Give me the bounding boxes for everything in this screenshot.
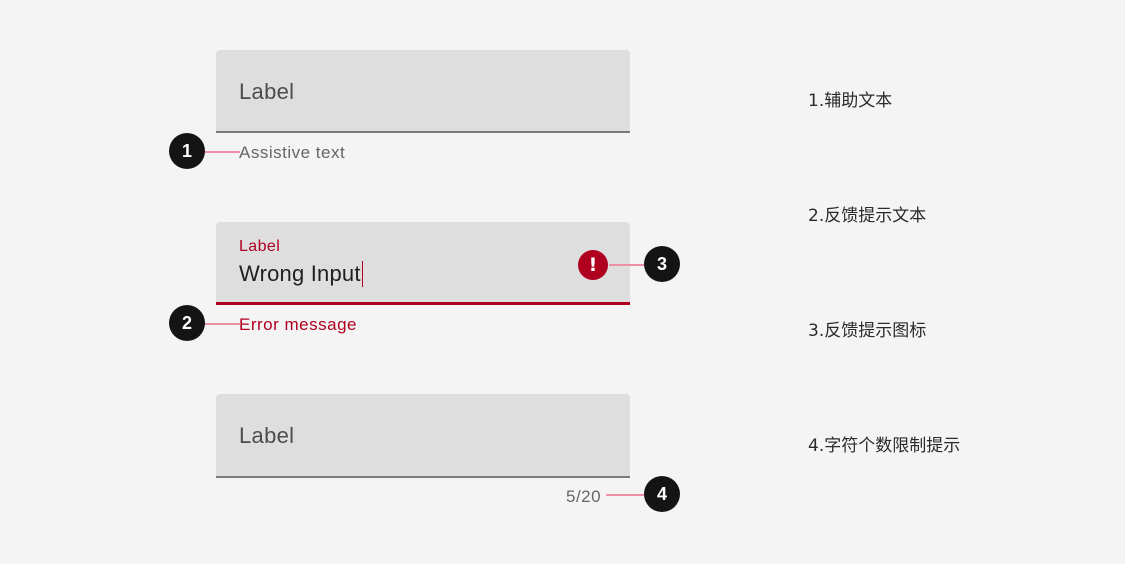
text-field-counter[interactable]: Label — [216, 394, 630, 478]
text-field-default[interactable]: Label — [216, 50, 630, 133]
error-exclamation-icon: ! — [578, 250, 608, 280]
callout-leader-3 — [609, 264, 645, 266]
callout-badge-4: 4 — [644, 476, 680, 512]
note-assistive-text: 1.辅助文本 — [808, 91, 893, 111]
error-message: Error message — [239, 315, 357, 334]
field-label: Label — [239, 238, 281, 255]
note-feedback-icon: 3.反馈提示图标 — [808, 321, 927, 341]
field-label: Label — [239, 79, 295, 104]
field-value-text: Wrong Input — [239, 261, 361, 286]
callout-leader-4 — [606, 494, 644, 496]
character-counter: 5/20 — [566, 487, 602, 506]
assistive-text: Assistive text — [239, 143, 346, 162]
text-cursor — [361, 261, 363, 287]
note-feedback-text: 2.反馈提示文本 — [808, 206, 927, 226]
callout-badge-3: 3 — [644, 246, 680, 282]
callout-badge-1: 1 — [169, 133, 205, 169]
callout-leader-1 — [204, 151, 240, 153]
field-value: Wrong Input — [239, 261, 363, 287]
text-field-error[interactable]: Label Wrong Input ! — [216, 222, 630, 305]
callout-badge-2: 2 — [169, 305, 205, 341]
note-character-limit: 4.字符个数限制提示 — [808, 436, 961, 456]
callout-leader-2 — [204, 323, 240, 325]
field-label: Label — [239, 423, 295, 448]
